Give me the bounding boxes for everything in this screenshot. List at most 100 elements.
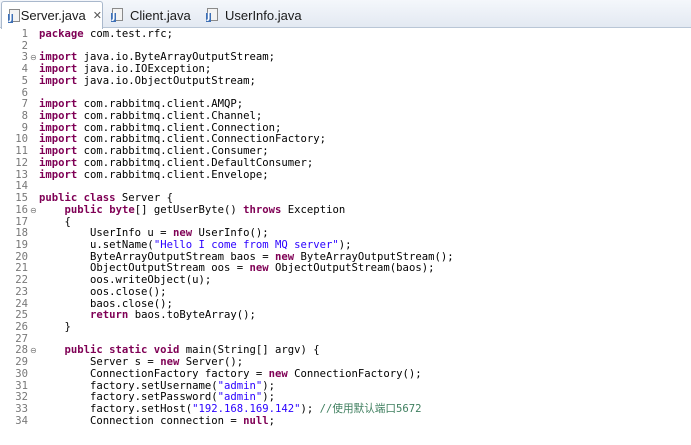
tab-client-java[interactable]: J Client.java xyxy=(107,2,195,28)
code-text: Connection connection = null; xyxy=(39,414,276,428)
keyword-token: public xyxy=(64,203,103,216)
close-tab-icon[interactable]: ✕ xyxy=(93,9,102,22)
code-token: { xyxy=(39,215,71,228)
code-token: com.rabbitmq.client.Consumer; xyxy=(77,145,269,158)
code-token: u.setName( xyxy=(39,238,154,251)
code-token: Server { xyxy=(115,192,173,205)
keyword-token: import xyxy=(39,133,78,146)
keyword-token: package xyxy=(39,28,84,40)
tab-userinfo-java[interactable]: J UserInfo.java xyxy=(202,2,312,28)
line-number: 34 xyxy=(15,414,28,427)
keyword-token: throws xyxy=(243,203,282,216)
code-text: } xyxy=(39,321,71,334)
code-token: com.rabbitmq.client.ConnectionFactory; xyxy=(77,133,327,146)
line-number: 30 xyxy=(15,367,28,380)
code-text: return baos.toByteArray(); xyxy=(39,309,256,322)
keyword-token: import xyxy=(39,145,78,158)
keyword-token: null xyxy=(243,414,269,427)
line-number: 5 xyxy=(21,74,28,87)
string-token: "192.168.169.142" xyxy=(192,403,301,416)
java-file-icon: J xyxy=(8,8,20,23)
line-number: 19 xyxy=(15,238,28,251)
keyword-token: import xyxy=(39,98,78,111)
code-token: com.rabbitmq.client.Envelope; xyxy=(77,168,269,181)
code-token: com.test.rfc; xyxy=(83,28,173,40)
code-token: baos.close(); xyxy=(39,297,173,310)
keyword-token: byte xyxy=(109,203,135,216)
code-token: Exception xyxy=(281,203,346,216)
string-token: "Hello I come from MQ server" xyxy=(153,238,339,251)
keyword-token: import xyxy=(39,168,78,181)
editor-tab-bar: J Server.java ✕ J Client.java J UserInfo… xyxy=(0,0,691,29)
code-token: UserInfo(); xyxy=(192,227,269,240)
keyword-token: new xyxy=(249,262,269,275)
line-number: 26 xyxy=(15,321,28,333)
tab-server-java[interactable]: J Server.java ✕ xyxy=(1,1,103,29)
code-token: com.rabbitmq.client.Connection; xyxy=(77,121,282,134)
keyword-token: import xyxy=(39,63,78,76)
keyword-token: import xyxy=(39,74,78,87)
code-token: java.io.IOException; xyxy=(77,63,212,76)
fold-collapse-icon[interactable]: ⊖ xyxy=(30,52,37,64)
code-token: main(String[] argv) { xyxy=(179,344,320,357)
code-token: ObjectOutputStream oos = xyxy=(39,262,250,275)
code-token: baos.toByteArray(); xyxy=(128,309,256,322)
code-token: ); xyxy=(300,403,320,416)
code-editor[interactable]: 1 package com.test.rfc; 2 3 ⊖ import java.io.… xyxy=(0,28,691,445)
code-token: java.io.ObjectOutputStream; xyxy=(77,74,256,87)
string-token: "admin" xyxy=(217,391,263,404)
code-token: ByteArrayOutputStream(); xyxy=(294,250,454,263)
keyword-token: new xyxy=(160,356,180,369)
code-token: java.io.ByteArrayOutputStream; xyxy=(77,51,275,64)
code-token: ); xyxy=(338,238,352,251)
code-token: Connection connection = xyxy=(39,414,244,427)
code-token: ; xyxy=(268,414,276,427)
code-token: [] getUserByte() xyxy=(134,203,244,216)
code-text: public byte[] getUserByte() throws Excep… xyxy=(39,203,346,217)
code-token: ConnectionFactory factory = xyxy=(39,367,269,380)
fold-collapse-icon[interactable]: ⊖ xyxy=(30,205,37,217)
code-token: com.rabbitmq.client.AMQP; xyxy=(77,98,244,111)
fold-collapse-icon[interactable]: ⊖ xyxy=(30,345,37,357)
code-token: ObjectOutputStream(baos); xyxy=(268,262,435,275)
code-token: } xyxy=(39,321,71,333)
tab-label: UserInfo.java xyxy=(225,7,302,23)
tab-label: Client.java xyxy=(130,7,191,23)
keyword-token: import xyxy=(39,121,78,134)
java-file-icon: J xyxy=(111,8,125,22)
keyword-token: import xyxy=(39,51,78,64)
code-text: package com.test.rfc; xyxy=(39,28,173,41)
code-token: factory.setHost( xyxy=(39,403,193,416)
string-token: "admin" xyxy=(217,379,263,392)
code-token: com.rabbitmq.client.Channel; xyxy=(77,110,263,123)
code-text: import com.rabbitmq.client.Envelope; xyxy=(39,168,269,182)
keyword-token: public static void xyxy=(64,344,180,357)
keyword-token: import xyxy=(39,156,78,169)
line-number: 1 xyxy=(21,28,28,40)
tab-label: Server.java xyxy=(20,8,86,23)
code-token: oos.writeObject(u); xyxy=(39,274,212,287)
code-token: Server s = xyxy=(39,356,161,369)
code-token: UserInfo u = xyxy=(39,227,173,240)
line-number: 23 xyxy=(15,285,28,298)
java-file-icon: J xyxy=(206,8,220,22)
code-token: com.rabbitmq.client.DefaultConsumer; xyxy=(77,156,314,169)
keyword-token: new xyxy=(268,367,288,380)
line-number: 12 xyxy=(15,156,28,169)
keyword-token: public class xyxy=(39,192,116,205)
comment-token: //使用默认端口5672 xyxy=(319,403,422,416)
line-number: 8 xyxy=(21,110,28,123)
line-number: 16 xyxy=(15,203,28,216)
keyword-token: return xyxy=(90,309,129,322)
code-token: ); xyxy=(262,391,276,404)
code-token: ConnectionFactory(); xyxy=(287,367,422,380)
code-token: ByteArrayOutputStream baos = xyxy=(39,250,275,263)
keyword-token: new xyxy=(275,250,295,263)
line-number: 33 xyxy=(15,403,28,416)
code-text: import java.io.ObjectOutputStream; xyxy=(39,74,256,88)
keyword-token: import xyxy=(39,110,78,123)
code-token: factory.setUsername( xyxy=(39,379,218,392)
